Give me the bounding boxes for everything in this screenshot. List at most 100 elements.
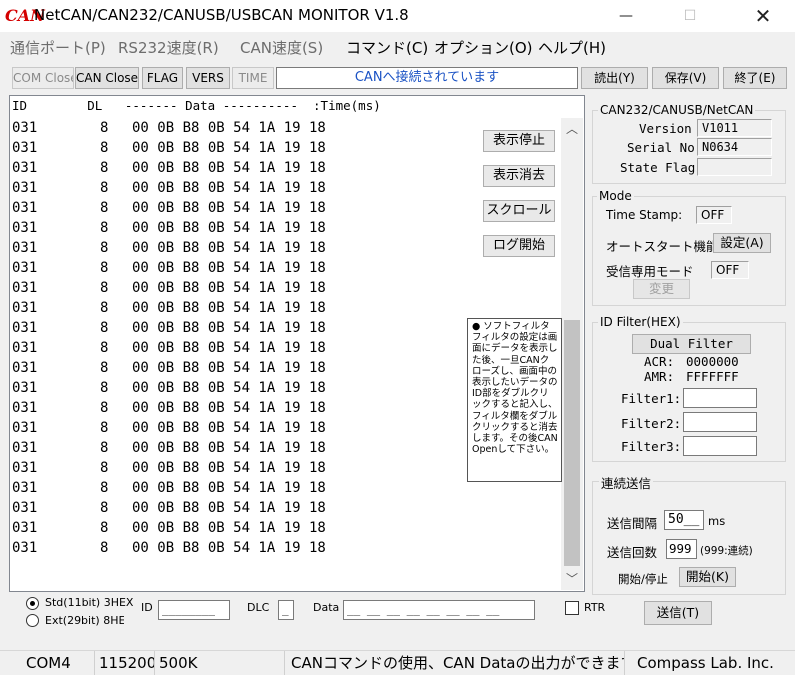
exit-button[interactable]: 終了(E) <box>723 67 787 89</box>
row-dl: 8 <box>100 500 109 516</box>
row-id: 031 <box>12 320 38 336</box>
vers-button[interactable]: VERS <box>186 67 230 89</box>
log-start-button[interactable]: ログ開始 <box>483 235 555 257</box>
std-11bit-label: Std(11bit) 3HEX <box>45 596 134 609</box>
menu-comm-port[interactable]: 通信ポート(P) <box>10 36 106 60</box>
maximize-button[interactable]: ☐ <box>667 0 713 32</box>
dual-filter-button[interactable]: Dual Filter <box>632 334 751 354</box>
row-dl: 8 <box>100 540 109 556</box>
rtr-checkbox[interactable] <box>565 601 579 615</box>
row-id: 031 <box>12 120 38 136</box>
interval-input[interactable]: 50__ <box>664 510 704 530</box>
connection-status: CANへ接続されています <box>276 67 578 89</box>
scroll-button[interactable]: スクロール <box>483 200 555 222</box>
send-dlc-input[interactable]: _ <box>278 600 294 620</box>
timestamp-value: OFF <box>696 206 732 224</box>
std-11bit-radio[interactable] <box>26 597 39 610</box>
interval-unit: ms <box>708 514 726 528</box>
device-info-title: CAN232/CANUSB/NetCAN <box>598 103 756 117</box>
com-close-button[interactable]: COM Close <box>12 67 74 89</box>
serial-value: N0634 <box>697 138 772 156</box>
row-id: 031 <box>12 360 38 376</box>
autostart-settings-button[interactable]: 設定(A) <box>713 233 771 253</box>
close-button[interactable]: ✕ <box>740 0 786 32</box>
interval-label: 送信間隔 <box>607 516 658 531</box>
row-id: 031 <box>12 380 38 396</box>
row-id: 031 <box>12 460 38 476</box>
acr-value: 0000000 <box>686 354 739 369</box>
menu-options[interactable]: オプション(O) <box>434 36 533 60</box>
row-data: 00 0B B8 0B 54 1A 19 18 <box>132 540 326 556</box>
timestamp-label: Time Stamp: <box>606 208 683 222</box>
row-data: 00 0B B8 0B 54 1A 19 18 <box>132 460 326 476</box>
row-id: 031 <box>12 220 38 236</box>
row-dl: 8 <box>100 260 109 276</box>
send-button[interactable]: 送信(T) <box>644 601 712 625</box>
start-stop-label: 開始/停止 <box>618 572 668 586</box>
row-data: 00 0B B8 0B 54 1A 19 18 <box>132 200 326 216</box>
row-dl: 8 <box>100 320 109 336</box>
change-mode-button[interactable]: 変更 <box>633 279 690 299</box>
row-data: 00 0B B8 0B 54 1A 19 18 <box>132 140 326 156</box>
row-dl: 8 <box>100 300 109 316</box>
row-data: 00 0B B8 0B 54 1A 19 18 <box>132 520 326 536</box>
read-button[interactable]: 読出(Y) <box>581 67 648 89</box>
continuous-send-title: 連続送信 <box>599 473 654 492</box>
count-input[interactable]: 999 <box>666 539 697 559</box>
row-dl: 8 <box>100 160 109 176</box>
scroll-thumb[interactable] <box>564 320 580 566</box>
row-data: 00 0B B8 0B 54 1A 19 18 <box>132 160 326 176</box>
stop-display-button[interactable]: 表示停止 <box>483 130 555 152</box>
row-id: 031 <box>12 540 38 556</box>
row-data: 00 0B B8 0B 54 1A 19 18 <box>132 360 326 376</box>
save-button[interactable]: 保存(V) <box>652 67 719 89</box>
menu-can-speed[interactable]: CAN速度(S) <box>240 36 323 60</box>
minimize-button[interactable]: — <box>603 0 649 32</box>
row-id: 031 <box>12 280 38 296</box>
filter3-label: Filter3: <box>621 439 682 454</box>
filter1-input[interactable] <box>683 388 757 408</box>
count-note: (999:連続) <box>700 545 753 557</box>
version-value: V1011 <box>697 119 772 137</box>
row-id: 031 <box>12 420 38 436</box>
listen-only-label: 受信専用モード <box>606 264 694 279</box>
row-data: 00 0B B8 0B 54 1A 19 18 <box>132 220 326 236</box>
menu-command[interactable]: コマンド(C) <box>346 36 428 60</box>
row-id: 031 <box>12 160 38 176</box>
flag-button[interactable]: FLAG <box>142 67 183 89</box>
send-data-input[interactable]: __ __ __ __ __ __ __ __ <box>343 600 535 620</box>
autostart-label: オートスタート機能 <box>606 239 719 254</box>
row-dl: 8 <box>100 380 109 396</box>
window-title: NetCAN/CAN232/CANUSB/USBCAN MONITOR V1.8 <box>34 6 409 24</box>
row-id: 031 <box>12 240 38 256</box>
filter3-input[interactable] <box>683 436 757 456</box>
dlc-label: DLC <box>247 601 270 614</box>
row-data: 00 0B B8 0B 54 1A 19 18 <box>132 500 326 516</box>
filter2-input[interactable] <box>683 412 757 432</box>
status-can-speed: 500K <box>155 651 285 675</box>
status-baud: 115200 <box>95 651 155 675</box>
row-data: 00 0B B8 0B 54 1A 19 18 <box>132 480 326 496</box>
can-close-button[interactable]: CAN Close <box>75 67 139 89</box>
menu-bar: 通信ポート(P) RS232速度(R) CAN速度(S) コマンド(C) オプシ… <box>0 36 795 60</box>
state-flag-label: State Flag <box>620 160 696 175</box>
row-dl: 8 <box>100 220 109 236</box>
menu-help[interactable]: ヘルプ(H) <box>538 36 606 60</box>
row-data: 00 0B B8 0B 54 1A 19 18 <box>132 260 326 276</box>
row-data: 00 0B B8 0B 54 1A 19 18 <box>132 340 326 356</box>
row-id: 031 <box>12 520 38 536</box>
row-data: 00 0B B8 0B 54 1A 19 18 <box>132 300 326 316</box>
menu-rs232-speed[interactable]: RS232速度(R) <box>118 36 219 60</box>
row-data: 00 0B B8 0B 54 1A 19 18 <box>132 320 326 336</box>
row-dl: 8 <box>100 480 109 496</box>
list-scrollbar[interactable]: ︿ ﹀ <box>561 118 583 590</box>
rtr-label: RTR <box>584 601 606 614</box>
time-button[interactable]: TIME <box>232 67 274 89</box>
scroll-up-icon[interactable]: ︿ <box>561 118 583 140</box>
scroll-down-icon[interactable]: ﹀ <box>561 568 583 590</box>
ext-29bit-radio[interactable] <box>26 614 39 627</box>
send-id-input[interactable]: ________ <box>158 600 230 620</box>
amr-value: FFFFFFF <box>686 369 739 384</box>
clear-display-button[interactable]: 表示消去 <box>483 165 555 187</box>
continuous-start-button[interactable]: 開始(K) <box>679 567 736 587</box>
